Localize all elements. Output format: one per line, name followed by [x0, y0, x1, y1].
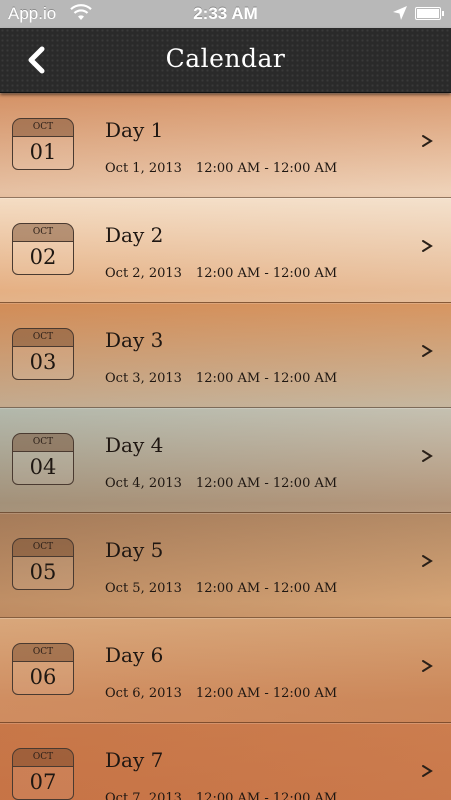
nav-bar: Calendar: [0, 28, 451, 93]
event-date: Oct 4, 2013: [105, 476, 182, 491]
event-datetime: Oct 1, 2013 12:00 AM - 12:00 AM: [105, 161, 337, 176]
badge-day: 04: [12, 451, 74, 485]
event-title: Day 1: [105, 118, 164, 142]
badge-day: 07: [12, 766, 74, 800]
event-date: Oct 2, 2013: [105, 266, 182, 281]
list-item[interactable]: OCT 03 Day 3 Oct 3, 2013 12:00 AM - 12:00 AM: [0, 303, 451, 408]
badge-day: 05: [12, 556, 74, 590]
list-item[interactable]: OCT 01 Day 1 Oct 1, 2013 12:00 AM - 12:00 AM: [0, 93, 451, 198]
chevron-right-icon[interactable]: [420, 133, 434, 149]
calendar-date-badge: OCT 04: [12, 433, 74, 487]
clock: 2:33 AM: [193, 4, 258, 23]
badge-day: 02: [12, 241, 74, 275]
event-title: Day 7: [105, 748, 164, 772]
event-title: Day 3: [105, 328, 164, 352]
badge-month: OCT: [12, 328, 74, 346]
event-datetime: Oct 2, 2013 12:00 AM - 12:00 AM: [105, 266, 337, 281]
badge-month: OCT: [12, 643, 74, 661]
badge-month: OCT: [12, 748, 74, 766]
chevron-right-icon[interactable]: [420, 763, 434, 779]
list-item[interactable]: OCT 02 Day 2 Oct 2, 2013 12:00 AM - 12:00 AM: [0, 198, 451, 303]
badge-month: OCT: [12, 223, 74, 241]
badge-month: OCT: [12, 118, 74, 136]
list-item[interactable]: OCT 06 Day 6 Oct 6, 2013 12:00 AM - 12:00 AM: [0, 618, 451, 723]
event-time-range: 12:00 AM - 12:00 AM: [195, 581, 338, 596]
calendar-date-badge: OCT 02: [12, 223, 74, 277]
event-title: Day 4: [105, 433, 164, 457]
calendar-date-badge: OCT 06: [12, 643, 74, 697]
calendar-date-badge: OCT 05: [12, 538, 74, 592]
chevron-right-icon[interactable]: [420, 238, 434, 254]
event-datetime: Oct 5, 2013 12:00 AM - 12:00 AM: [105, 581, 337, 596]
calendar-date-badge: OCT 03: [12, 328, 74, 382]
calendar-date-badge: OCT 01: [12, 118, 74, 172]
event-time-range: 12:00 AM - 12:00 AM: [195, 371, 338, 386]
event-time-range: 12:00 AM - 12:00 AM: [195, 791, 338, 800]
event-date: Oct 1, 2013: [105, 161, 182, 176]
badge-day: 03: [12, 346, 74, 380]
event-title: Day 6: [105, 643, 164, 667]
event-time-range: 12:00 AM - 12:00 AM: [195, 476, 338, 491]
badge-month: OCT: [12, 538, 74, 556]
list-item[interactable]: OCT 04 Day 4 Oct 4, 2013 12:00 AM - 12:00 AM: [0, 408, 451, 513]
page-title: Calendar: [165, 44, 286, 73]
event-title: Day 5: [105, 538, 164, 562]
event-date: Oct 5, 2013: [105, 581, 182, 596]
event-datetime: Oct 7, 2013 12:00 AM - 12:00 AM: [105, 791, 337, 800]
status-bar: App.io 2:33 AM: [0, 0, 451, 28]
chevron-right-icon[interactable]: [420, 343, 434, 359]
list-item[interactable]: OCT 05 Day 5 Oct 5, 2013 12:00 AM - 12:00 AM: [0, 513, 451, 618]
chevron-right-icon[interactable]: [420, 553, 434, 569]
calendar-date-badge: OCT 07: [12, 748, 74, 800]
chevron-right-icon[interactable]: [420, 448, 434, 464]
event-list: OCT 01 Day 1 Oct 1, 2013 12:00 AM - 12:00 AM…: [0, 93, 451, 800]
list-item[interactable]: OCT 07 Day 7 Oct 7, 2013 12:00 AM - 12:00 AM: [0, 723, 451, 800]
event-time-range: 12:00 AM - 12:00 AM: [195, 161, 338, 176]
event-date: Oct 6, 2013: [105, 686, 182, 701]
event-datetime: Oct 6, 2013 12:00 AM - 12:00 AM: [105, 686, 337, 701]
event-time-range: 12:00 AM - 12:00 AM: [195, 686, 338, 701]
location-icon: [393, 6, 407, 20]
event-title: Day 2: [105, 223, 164, 247]
chevron-right-icon[interactable]: [420, 658, 434, 674]
event-date: Oct 7, 2013: [105, 791, 182, 800]
event-time-range: 12:00 AM - 12:00 AM: [195, 266, 338, 281]
event-datetime: Oct 3, 2013 12:00 AM - 12:00 AM: [105, 371, 337, 386]
event-date: Oct 3, 2013: [105, 371, 182, 386]
badge-day: 01: [12, 136, 74, 170]
badge-month: OCT: [12, 433, 74, 451]
battery-icon: [415, 7, 444, 20]
badge-day: 06: [12, 661, 74, 695]
event-datetime: Oct 4, 2013 12:00 AM - 12:00 AM: [105, 476, 337, 491]
